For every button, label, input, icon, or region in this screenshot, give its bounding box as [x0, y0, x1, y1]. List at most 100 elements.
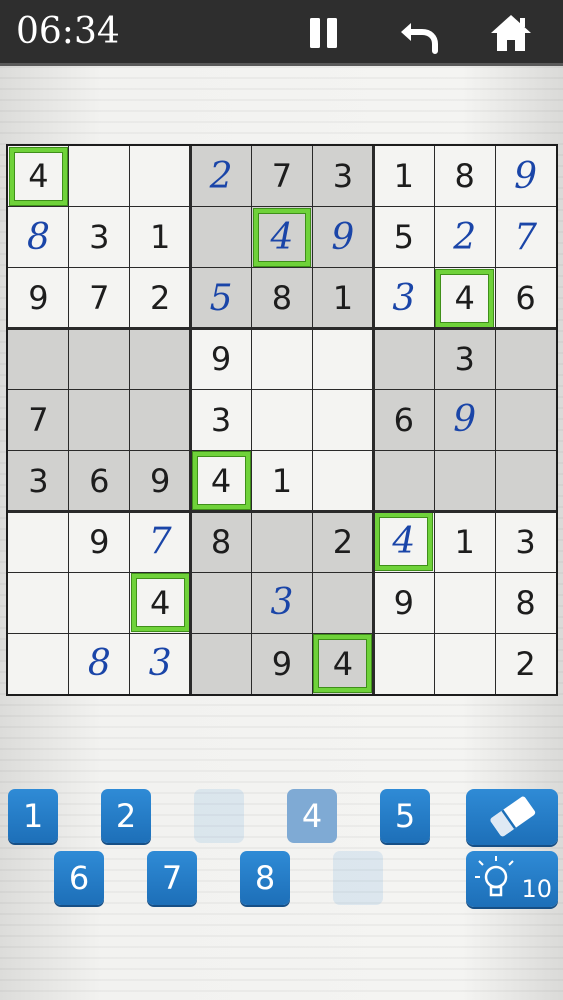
pause-button[interactable] — [300, 9, 348, 57]
board-cell-r9c7[interactable] — [373, 633, 434, 694]
board-cell-r2c3[interactable]: 1 — [130, 207, 191, 268]
board-cell-r9c1[interactable] — [8, 633, 69, 694]
board-cell-r4c8[interactable]: 3 — [434, 328, 496, 390]
undo-button[interactable] — [395, 9, 443, 57]
board-cell-r6c5[interactable]: 1 — [252, 450, 313, 511]
eraser-button[interactable] — [466, 789, 558, 845]
home-button[interactable] — [487, 9, 535, 57]
board-cell-r2c1[interactable]: 8 — [8, 207, 69, 268]
board-cell-r4c1[interactable] — [8, 328, 69, 390]
board-cell-r3c8[interactable]: 4 — [434, 268, 495, 329]
board-cell-r4c4[interactable]: 9 — [191, 329, 252, 390]
board-cell-r8c6[interactable] — [312, 572, 374, 634]
board-cell-r9c8[interactable] — [434, 633, 495, 694]
grid-line — [8, 571, 556, 573]
board-cell-r9c2[interactable]: 8 — [69, 633, 130, 694]
board-cell-r2c7[interactable]: 5 — [373, 207, 434, 268]
hint-count: 10 — [521, 875, 552, 903]
board-cell-r1c6[interactable]: 3 — [312, 146, 374, 207]
board-cell-r7c5[interactable] — [251, 511, 313, 573]
board-cell-r1c2[interactable] — [69, 146, 130, 207]
board-cell-r8c2[interactable] — [69, 572, 130, 633]
board-cell-r5c1[interactable]: 7 — [8, 389, 69, 451]
number-button-6[interactable]: 6 — [54, 851, 104, 905]
board-cell-r7c7[interactable]: 4 — [373, 511, 434, 572]
number-button-7[interactable]: 7 — [147, 851, 197, 905]
box-divider — [8, 327, 556, 331]
board-cell-r4c5[interactable] — [252, 329, 313, 390]
board-cell-r8c4[interactable] — [190, 572, 252, 634]
board-cell-r1c7[interactable]: 1 — [373, 146, 434, 207]
board-cell-r3c1[interactable]: 9 — [8, 268, 69, 329]
board-cell-r5c2[interactable] — [68, 389, 130, 451]
board-cell-r4c9[interactable] — [495, 328, 556, 390]
board-cell-r2c6[interactable]: 9 — [312, 206, 374, 268]
board-cell-r7c6[interactable]: 2 — [312, 511, 374, 573]
number-button-2[interactable]: 2 — [101, 789, 151, 843]
eraser-icon — [490, 796, 536, 837]
board-cell-r1c8[interactable]: 8 — [434, 146, 495, 207]
board-cell-r9c4[interactable] — [190, 633, 252, 694]
board-cell-r9c6[interactable]: 4 — [312, 633, 374, 694]
board-cell-r7c1[interactable] — [8, 511, 69, 572]
board-cell-r2c8[interactable]: 2 — [434, 207, 495, 268]
number-button-4[interactable]: 4 — [287, 789, 337, 843]
top-bar: 06:34 — [0, 0, 563, 66]
board-cell-r2c4[interactable] — [190, 206, 252, 268]
board-cell-r3c6[interactable]: 1 — [312, 267, 374, 329]
board-cell-r4c7[interactable] — [373, 328, 435, 390]
board-cell-r1c1[interactable]: 4 — [8, 146, 69, 207]
board-cell-r6c6[interactable] — [312, 450, 373, 511]
board-cell-r4c6[interactable] — [312, 329, 373, 390]
board-cell-r6c7[interactable] — [373, 450, 435, 512]
board-cell-r6c1[interactable]: 3 — [8, 450, 69, 512]
board-cell-r6c9[interactable] — [495, 450, 556, 512]
board-cell-r3c9[interactable]: 6 — [495, 268, 556, 329]
board-cell-r5c4[interactable]: 3 — [191, 390, 252, 451]
grid-line — [251, 146, 253, 694]
board-cell-r4c2[interactable] — [68, 328, 130, 390]
board-cell-r8c5[interactable]: 3 — [251, 572, 313, 634]
board-cell-r3c4[interactable]: 5 — [190, 267, 252, 329]
board-cell-r7c8[interactable]: 1 — [434, 511, 495, 572]
board-cell-r5c6[interactable] — [312, 390, 373, 451]
board-cell-r8c9[interactable]: 8 — [495, 572, 556, 633]
board-cell-r2c5[interactable]: 4 — [251, 206, 313, 268]
board-cell-r1c5[interactable]: 7 — [251, 146, 313, 207]
board-cell-r1c4[interactable]: 2 — [190, 146, 252, 207]
board-cell-r6c3[interactable]: 9 — [129, 450, 191, 512]
number-button-1[interactable]: 1 — [8, 789, 58, 843]
board-cell-r3c3[interactable]: 2 — [130, 268, 191, 329]
board-cell-r5c3[interactable] — [129, 389, 191, 451]
board-cell-r3c7[interactable]: 3 — [373, 268, 434, 329]
board-cell-r9c3[interactable]: 3 — [130, 633, 191, 694]
board-cell-r7c3[interactable]: 7 — [130, 511, 191, 572]
board-cell-r8c7[interactable]: 9 — [373, 572, 434, 633]
hint-button[interactable]: 10 — [466, 851, 558, 907]
board-cell-r4c3[interactable] — [129, 328, 191, 390]
board-cell-r7c2[interactable]: 9 — [69, 511, 130, 572]
board-cell-r9c5[interactable]: 9 — [251, 633, 313, 694]
board-cell-r1c9[interactable]: 9 — [495, 146, 556, 207]
board-cell-r2c9[interactable]: 7 — [495, 207, 556, 268]
board-cell-r6c2[interactable]: 6 — [68, 450, 130, 512]
board-cell-r9c9[interactable]: 2 — [495, 633, 556, 694]
number-button-5[interactable]: 5 — [380, 789, 430, 843]
board-cell-r5c8[interactable]: 9 — [434, 389, 496, 451]
board-cell-r8c3[interactable]: 4 — [130, 572, 191, 633]
board-cell-r7c9[interactable]: 3 — [495, 511, 556, 572]
number-button-8[interactable]: 8 — [240, 851, 290, 905]
board-cell-r3c5[interactable]: 8 — [251, 267, 313, 329]
board-cell-r7c4[interactable]: 8 — [190, 511, 252, 573]
board-cell-r8c1[interactable] — [8, 572, 69, 633]
board-cell-r5c9[interactable] — [495, 389, 556, 451]
board-cell-r5c5[interactable] — [252, 390, 313, 451]
board-cell-r2c2[interactable]: 3 — [69, 207, 130, 268]
number-button-used — [194, 789, 244, 843]
board-cell-r5c7[interactable]: 6 — [373, 389, 435, 451]
board-cell-r1c3[interactable] — [130, 146, 191, 207]
board-cell-r8c8[interactable] — [434, 572, 495, 633]
board-cell-r6c4[interactable]: 4 — [191, 450, 252, 511]
board-cell-r3c2[interactable]: 7 — [69, 268, 130, 329]
board-cell-r6c8[interactable] — [434, 450, 496, 512]
